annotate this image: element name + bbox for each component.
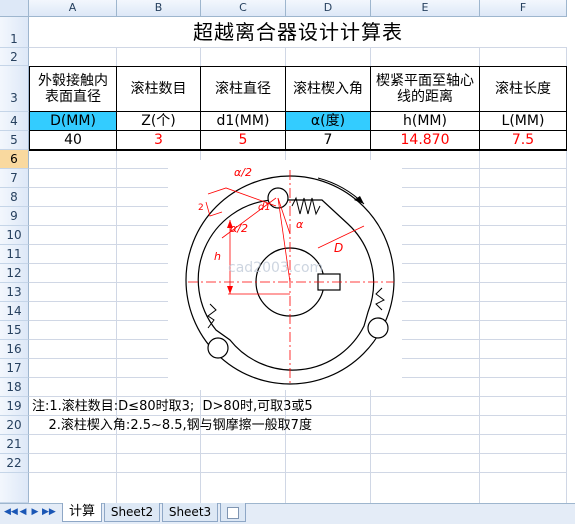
gridline	[29, 472, 567, 473]
label-alpha: α	[296, 218, 304, 231]
header-cell-plane-distance[interactable]: 楔紧平面至轴心线的距离	[371, 66, 480, 112]
next-sheet-button[interactable]: ▶	[30, 506, 40, 518]
row-header-blank	[0, 473, 29, 503]
unit-cell-l[interactable]: L(MM)	[480, 112, 567, 131]
column-header-c[interactable]: C	[201, 0, 286, 17]
value-cell-d1[interactable]: 5	[201, 131, 286, 150]
label-small: 2	[198, 203, 204, 213]
note-line-1[interactable]: 注:1.滚柱数目:D≤80时取3; D>80时,可取3或5	[32, 397, 313, 416]
prev-sheet-button[interactable]: ◀	[18, 506, 28, 518]
column-header-a[interactable]: A	[29, 0, 117, 17]
row-header-15[interactable]: 15	[0, 321, 29, 340]
spring-right	[375, 287, 385, 311]
label-h: h	[214, 250, 221, 263]
sheet-title[interactable]: 超越离合器设计计算表	[29, 17, 567, 48]
row-header-18[interactable]: 18	[0, 378, 29, 397]
row-header-6[interactable]: 6	[0, 150, 29, 169]
clutch-drawing[interactable]: α/2 α/2 α d1 D h 2 cad2003.com	[168, 160, 402, 390]
value-cell-alpha[interactable]: 7	[286, 131, 371, 150]
row-header-10[interactable]: 10	[0, 226, 29, 245]
row-header-12[interactable]: 12	[0, 264, 29, 283]
watermark: cad2003.com	[228, 260, 323, 276]
header-cell-roller-length[interactable]: 滚柱长度	[480, 66, 567, 112]
row-header-2[interactable]: 2	[0, 48, 29, 66]
value-cell-z[interactable]: 3	[117, 131, 201, 150]
column-header-b[interactable]: B	[117, 0, 201, 17]
tab-sheet3[interactable]: Sheet3	[162, 503, 218, 522]
row-header-22[interactable]: 22	[0, 454, 29, 473]
label-D: D	[334, 241, 343, 255]
row-header-4[interactable]: 4	[0, 112, 29, 131]
row-header-16[interactable]: 16	[0, 340, 29, 359]
row-header-9[interactable]: 9	[0, 207, 29, 226]
unit-cell-d[interactable]: D(MM)	[29, 112, 117, 131]
last-sheet-button[interactable]: ▶▶	[42, 506, 56, 518]
row-header-1[interactable]: 1	[0, 17, 29, 48]
tab-sheet2[interactable]: Sheet2	[104, 503, 160, 522]
header-cell-roller-diameter[interactable]: 滚柱直径	[201, 66, 286, 112]
value-cell-l[interactable]: 7.5	[480, 131, 567, 150]
insert-sheet-button[interactable]	[220, 503, 246, 522]
header-cell-wedge-angle[interactable]: 滚柱楔入角	[286, 66, 371, 112]
new-sheet-icon	[227, 507, 239, 519]
note-line-2[interactable]: 2.滚柱楔入角:2.5~8.5,钢与钢摩擦一般取7度	[32, 416, 312, 435]
row-header-19[interactable]: 19	[0, 397, 29, 416]
unit-cell-alpha[interactable]: α(度)	[286, 112, 371, 131]
header-cell-roller-count[interactable]: 滚柱数目	[117, 66, 201, 112]
column-header-d[interactable]: D	[286, 0, 371, 17]
row-header-21[interactable]: 21	[0, 435, 29, 454]
unit-cell-d1[interactable]: d1(MM)	[201, 112, 286, 131]
value-cell-d[interactable]: 40	[29, 131, 117, 150]
label-d1: d1	[258, 202, 271, 213]
unit-cell-z[interactable]: Z(个)	[117, 112, 201, 131]
gridline	[29, 453, 567, 454]
value-cell-h[interactable]: 14.870	[371, 131, 480, 150]
row-header-8[interactable]: 8	[0, 188, 29, 207]
clutch-diagram-svg: α/2 α/2 α d1 D h 2 cad2003.com	[185, 166, 395, 386]
row-header-13[interactable]: 13	[0, 283, 29, 302]
row-header-17[interactable]: 17	[0, 359, 29, 378]
tab-calc[interactable]: 计算	[62, 503, 102, 522]
row-header-7[interactable]: 7	[0, 169, 29, 188]
row-header-5[interactable]: 5	[0, 131, 29, 150]
column-header-f[interactable]: F	[480, 0, 567, 17]
table-bottom-border	[29, 150, 567, 151]
row-header-14[interactable]: 14	[0, 302, 29, 321]
unit-cell-h[interactable]: h(MM)	[371, 112, 480, 131]
select-all-corner[interactable]	[0, 0, 29, 17]
roller-right	[367, 317, 389, 339]
row-header-11[interactable]: 11	[0, 245, 29, 264]
first-sheet-button[interactable]: ◀◀	[4, 506, 18, 518]
column-header-e[interactable]: E	[371, 0, 480, 17]
row-header-20[interactable]: 20	[0, 416, 29, 435]
row-header-3[interactable]: 3	[0, 66, 29, 112]
header-cell-outer-diameter[interactable]: 外毂接触内表面直径	[29, 66, 117, 112]
arrowhead	[227, 286, 233, 294]
label-alpha-half: α/2	[230, 222, 248, 235]
roller-left	[207, 337, 229, 359]
label-alpha-half-top: α/2	[234, 166, 252, 179]
